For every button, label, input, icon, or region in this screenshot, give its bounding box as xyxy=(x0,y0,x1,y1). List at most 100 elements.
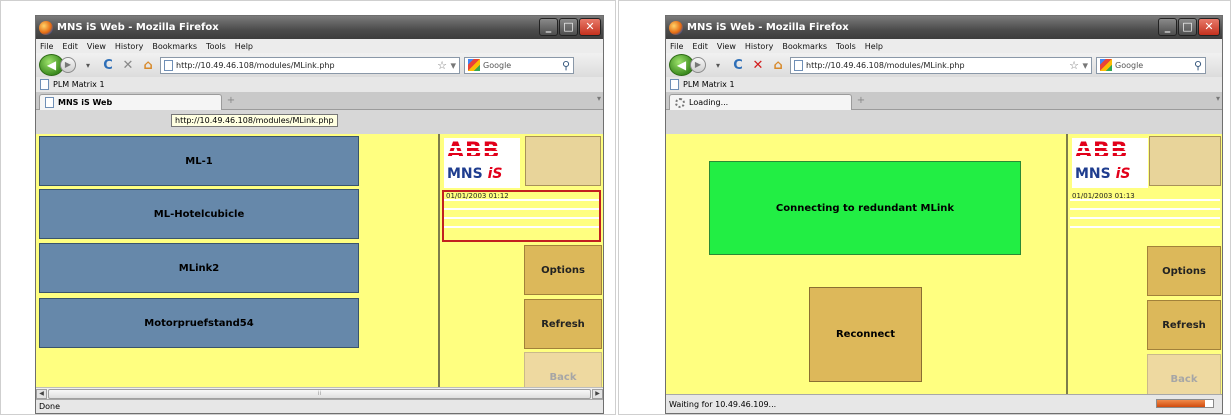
star-icon[interactable]: ☆ ▾ xyxy=(1069,59,1088,72)
abb-logo-text: ABB xyxy=(1075,139,1129,164)
url-text: http://10.49.46.108/modules/MLink.php xyxy=(806,60,965,70)
maximize-button[interactable]: □ xyxy=(559,18,578,36)
google-icon xyxy=(468,59,480,71)
menu-edit[interactable]: Edit xyxy=(692,42,708,51)
search-box[interactable]: Google ⚲ xyxy=(1096,56,1206,74)
menu-tools[interactable]: Tools xyxy=(206,42,226,51)
progress-fill xyxy=(1157,400,1205,407)
home-icon[interactable]: ⌂ xyxy=(770,58,786,73)
minimize-button[interactable]: _ xyxy=(539,18,558,36)
abb-mns-is-logo: ABB MNS iS xyxy=(1072,138,1148,188)
close-button[interactable]: ✕ xyxy=(579,18,601,36)
history-dropdown-icon[interactable]: ▾ xyxy=(710,61,726,70)
bookmark-plm-matrix[interactable]: PLM Matrix 1 xyxy=(53,80,105,89)
magnifier-icon[interactable]: ⚲ xyxy=(562,59,570,72)
menu-tools[interactable]: Tools xyxy=(836,42,856,51)
reconnect-button[interactable]: Reconnect xyxy=(809,287,922,382)
options-button[interactable]: Options xyxy=(1147,246,1221,296)
tab-mns-is-web[interactable]: MNS iS Web xyxy=(39,94,222,110)
loading-progress-bar xyxy=(1156,399,1214,408)
mlink-button-ml-hotelcubicle[interactable]: ML-Hotelcubicle xyxy=(39,189,359,239)
minimize-button[interactable]: _ xyxy=(1158,18,1177,36)
star-icon[interactable]: ☆ ▾ xyxy=(437,59,456,72)
bookmark-plm-matrix[interactable]: PLM Matrix 1 xyxy=(683,80,735,89)
url-bar[interactable]: http://10.49.46.108/modules/MLink.php ☆ … xyxy=(160,56,460,74)
search-box[interactable]: Google ⚲ xyxy=(464,56,574,74)
window-title: MNS iS Web - Mozilla Firefox xyxy=(687,22,849,33)
bookmarks-toolbar: PLM Matrix 1 xyxy=(36,77,603,92)
page-icon xyxy=(164,59,173,71)
tab-list-icon[interactable]: ▾ xyxy=(597,94,601,103)
refresh-button[interactable]: Refresh xyxy=(524,299,602,349)
event-line-3 xyxy=(1070,210,1220,219)
page-icon xyxy=(794,59,803,71)
menu-view[interactable]: View xyxy=(87,42,106,51)
tab-bar: Loading... + ▾ xyxy=(666,92,1222,110)
bookmarks-toolbar: PLM Matrix 1 xyxy=(666,77,1222,92)
home-icon[interactable]: ⌂ xyxy=(140,58,156,73)
menu-help[interactable]: Help xyxy=(865,42,883,51)
menu-file[interactable]: File xyxy=(670,42,683,51)
window-controls: _ □ ✕ xyxy=(539,18,601,36)
firefox-icon xyxy=(39,20,53,35)
history-dropdown-icon[interactable]: ▾ xyxy=(80,61,96,70)
options-button[interactable]: Options xyxy=(524,245,602,295)
empty-tan-tile xyxy=(1149,136,1221,186)
tab-title: Loading... xyxy=(689,98,729,107)
forward-arrow-icon[interactable]: ▶ xyxy=(690,57,706,73)
mlink-button-mlink2[interactable]: MLink2 xyxy=(39,243,359,293)
close-button[interactable]: ✕ xyxy=(1198,18,1220,36)
event-list-box[interactable]: 01/01/2003 01:13 xyxy=(1070,192,1220,244)
menu-help[interactable]: Help xyxy=(235,42,253,51)
menu-edit[interactable]: Edit xyxy=(62,42,78,51)
refresh-button[interactable]: Refresh xyxy=(1147,300,1221,350)
google-icon xyxy=(1100,59,1112,71)
scroll-thumb[interactable]: ⁞⁞ xyxy=(48,389,591,399)
right-screenshot-panel: MNS iS Web - Mozilla Firefox _ □ ✕ File … xyxy=(618,0,1231,415)
new-tab-icon[interactable]: + xyxy=(852,94,870,108)
stop-icon[interactable]: ✕ xyxy=(750,58,766,73)
status-bar: Done xyxy=(36,399,603,413)
magnifier-icon[interactable]: ⚲ xyxy=(1194,59,1202,72)
mlink-button-motorpruefstand54[interactable]: Motorpruefstand54 xyxy=(39,298,359,348)
window-controls: _ □ ✕ xyxy=(1158,18,1220,36)
event-line-4 xyxy=(1070,219,1220,228)
reload-icon[interactable]: C xyxy=(100,58,116,73)
mns-is-logo-text: MNS iS xyxy=(1075,166,1131,182)
url-bar[interactable]: http://10.49.46.108/modules/MLink.php ☆ … xyxy=(790,56,1092,74)
search-placeholder: Google xyxy=(483,60,512,70)
window-titlebar: MNS iS Web - Mozilla Firefox _ □ ✕ xyxy=(36,16,603,39)
maximize-button[interactable]: □ xyxy=(1178,18,1197,36)
menu-file[interactable]: File xyxy=(40,42,53,51)
window-titlebar: MNS iS Web - Mozilla Firefox _ □ ✕ xyxy=(666,16,1222,39)
forward-arrow-icon[interactable]: ▶ xyxy=(60,57,76,73)
firefox-icon xyxy=(669,20,683,35)
status-text: Waiting for 10.49.46.109... xyxy=(669,399,777,409)
tab-list-icon[interactable]: ▾ xyxy=(1216,94,1220,103)
mns-is-logo-text: MNS iS xyxy=(447,166,503,182)
horizontal-scrollbar[interactable]: ◀ ⁞⁞ ▶ xyxy=(36,387,603,399)
scroll-right-icon[interactable]: ▶ xyxy=(592,389,603,399)
search-placeholder: Google xyxy=(1115,60,1144,70)
reload-icon[interactable]: C xyxy=(730,58,746,73)
menu-history[interactable]: History xyxy=(745,42,773,51)
back-button[interactable]: Back xyxy=(524,352,602,387)
tab-page-icon xyxy=(45,97,54,108)
menu-bookmarks[interactable]: Bookmarks xyxy=(782,42,827,51)
menu-bookmarks[interactable]: Bookmarks xyxy=(152,42,197,51)
menu-view[interactable]: View xyxy=(717,42,736,51)
status-bar: Waiting for 10.49.46.109... xyxy=(666,394,1222,413)
left-screenshot-panel: MNS iS Web - Mozilla Firefox _ □ ✕ File … xyxy=(0,0,616,415)
event-list-box[interactable]: 01/01/2003 01:12 xyxy=(442,190,601,242)
url-text: http://10.49.46.108/modules/MLink.php xyxy=(176,60,335,70)
new-tab-icon[interactable]: + xyxy=(222,94,240,108)
loading-spinner-icon xyxy=(675,97,685,108)
back-button[interactable]: Back xyxy=(1147,354,1221,394)
menu-bar: File Edit View History Bookmarks Tools H… xyxy=(36,39,603,53)
tab-loading[interactable]: Loading... xyxy=(669,94,852,110)
event-datetime: 01/01/2003 01:13 xyxy=(1070,192,1220,201)
menu-history[interactable]: History xyxy=(115,42,143,51)
stop-icon[interactable]: ✕ xyxy=(120,58,136,73)
mlink-button-ml-1[interactable]: ML-1 xyxy=(39,136,359,186)
scroll-left-icon[interactable]: ◀ xyxy=(36,389,47,399)
